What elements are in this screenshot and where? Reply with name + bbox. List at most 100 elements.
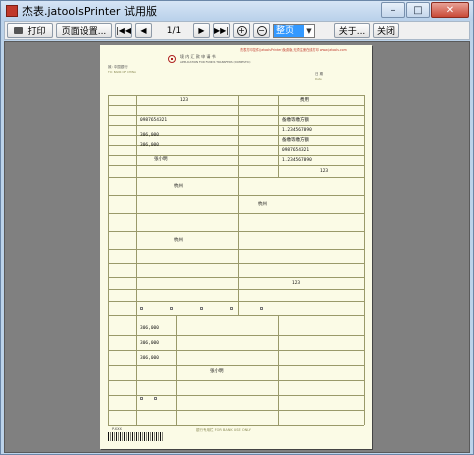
form-line (108, 335, 364, 336)
zoom-in-icon: + (236, 25, 247, 36)
form-line (108, 395, 364, 396)
account-value-1: 0987654321 (140, 118, 168, 123)
checkbox (200, 307, 203, 310)
checkbox (230, 307, 233, 310)
form-line (108, 177, 364, 178)
form-line (108, 249, 364, 250)
to-label-en: TO: BANK OF CHINA (108, 70, 136, 74)
form-line (364, 95, 365, 425)
form-line (176, 315, 177, 425)
printer-icon (14, 27, 24, 34)
name-value: 费用 (300, 98, 309, 103)
fee-value-3: 306,000 (140, 356, 159, 361)
next-page-icon: ▶ (198, 26, 205, 35)
bank-subtitle: APPLICATION FOR FUNDS TRANSFERS (DOMESTI… (180, 60, 251, 64)
print-button[interactable]: 打印 (7, 23, 53, 38)
barcode (108, 432, 164, 441)
page-setup-button[interactable]: 页面设置... (56, 23, 112, 38)
checkbox (154, 397, 157, 400)
bank-title: 境 内 汇 款 申 请 书 (180, 54, 216, 59)
prev-page-button[interactable]: ◀ (135, 23, 152, 38)
form-line (108, 410, 364, 411)
payee-bank-1: 杭州 (174, 184, 183, 189)
date-label: 日 期 (315, 72, 324, 76)
form-line (238, 95, 239, 315)
checkbox (140, 397, 143, 400)
preview-viewport[interactable]: 境 内 汇 款 申 请 书 APPLICATION FOR FUNDS TRAN… (4, 41, 470, 453)
bank-logo (168, 55, 176, 63)
zoom-value: 整页 (274, 24, 304, 37)
amount-value-3: 123 (320, 169, 329, 174)
payee-bank-2: 杭州 (258, 202, 267, 207)
zoom-out-icon: − (256, 25, 267, 36)
prev-page-icon: ◀ (140, 26, 147, 35)
ref-value: 1.234567890 (282, 158, 312, 163)
app-window: 杰表.jatoolsPrinter 试用版 – □ ✕ 打印 页面设置... |… (0, 0, 474, 455)
form-code: P.XXX (112, 427, 122, 431)
form-line (108, 289, 364, 290)
payee-bank-3: 杭州 (174, 238, 183, 243)
next-page-button[interactable]: ▶ (193, 23, 210, 38)
bank-value: 备缴等缴方额 (282, 138, 309, 143)
app-icon (6, 5, 18, 17)
remit-value: 306,000 (140, 143, 159, 148)
to-label: 致: 中国银行 (108, 65, 128, 69)
signer-value: 张小明 (210, 369, 224, 374)
last-page-icon: ▶▶| (214, 26, 229, 35)
amount-value-1: 123 (180, 98, 189, 103)
account-value-3: 0987654321 (282, 148, 310, 153)
about-button[interactable]: 关于... (334, 23, 370, 38)
maximize-button[interactable]: □ (406, 2, 430, 18)
account-value-2: 1.234567890 (282, 128, 312, 133)
applicant-value: 张小明 (154, 157, 168, 162)
chevron-down-icon: ▼ (306, 26, 312, 35)
footer-note: 银行专用栏 FOR BANK USE ONLY (196, 428, 251, 432)
amount-value-2: 306,000 (140, 133, 159, 138)
print-label: 打印 (27, 27, 46, 37)
window-close-button[interactable]: ✕ (431, 2, 469, 18)
form-line (108, 155, 364, 156)
first-page-icon: |◀◀ (116, 26, 131, 35)
form-line (108, 380, 364, 381)
fee-value-2: 306,000 (140, 341, 159, 346)
window-title: 杰表.jatoolsPrinter 试用版 (22, 5, 157, 18)
form-line (108, 263, 364, 264)
minimize-button[interactable]: – (381, 2, 405, 18)
form-line (108, 350, 364, 351)
checkbox (140, 307, 143, 310)
form-line (108, 365, 364, 366)
form-line (278, 95, 279, 177)
form-line (278, 315, 279, 425)
form-line (108, 231, 364, 232)
form-line (108, 315, 364, 316)
amount-value-4: 123 (292, 281, 301, 286)
form-line (108, 195, 364, 196)
form-line (108, 95, 109, 425)
last-page-button[interactable]: ▶▶| (213, 23, 230, 38)
form-line (108, 105, 364, 106)
form-line (108, 95, 364, 96)
title-bar: 杰表.jatoolsPrinter 试用版 – □ ✕ (1, 1, 473, 21)
form-line (108, 277, 364, 278)
red-notice: 杰表打印控件(jatoolsPrinter)免费版,无须注册在线打印 www.j… (240, 48, 347, 52)
form-line (108, 213, 364, 214)
form-line (108, 125, 364, 126)
checkbox (260, 307, 263, 310)
zoom-out-button[interactable]: − (253, 23, 270, 38)
checkbox (170, 307, 173, 310)
page-indicator: 1/1 (166, 25, 182, 36)
form-line (108, 301, 364, 302)
first-page-button[interactable]: |◀◀ (115, 23, 132, 38)
zoom-in-button[interactable]: + (233, 23, 250, 38)
form-line (108, 115, 364, 116)
document-page: 境 内 汇 款 申 请 书 APPLICATION FOR FUNDS TRAN… (100, 45, 372, 449)
form-line (108, 165, 364, 166)
zoom-select[interactable]: 整页 ▼ (273, 23, 315, 38)
date-label-en: Date (315, 77, 322, 81)
form-line (136, 95, 137, 425)
fee-value-1: 306,000 (140, 326, 159, 331)
close-button[interactable]: 关闭 (373, 23, 399, 38)
form-line (108, 425, 364, 426)
preview-toolbar: 打印 页面设置... |◀◀ ◀ 1/1 ▶ ▶▶| + − 整页 ▼ 关于..… (4, 21, 470, 40)
currency-value: 备缴等缴方额 (282, 118, 309, 123)
